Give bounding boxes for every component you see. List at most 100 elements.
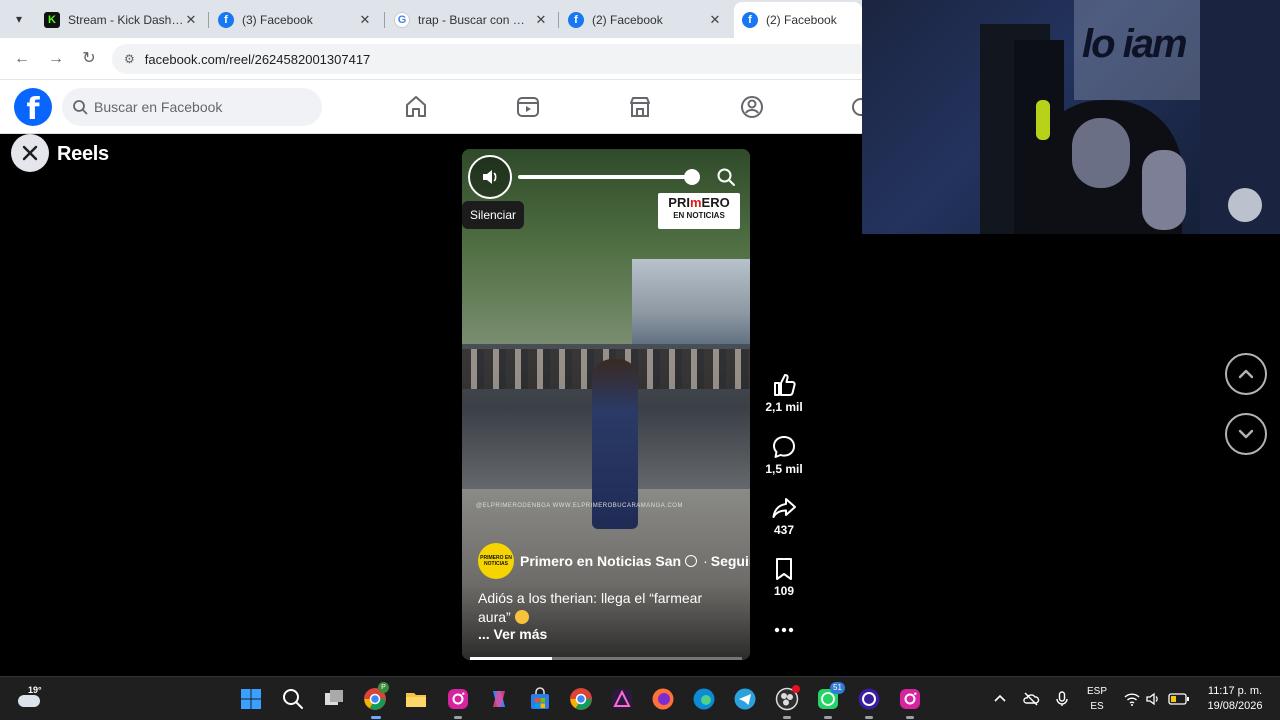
battery-icon[interactable] [1168,691,1190,707]
create-icon[interactable] [846,92,862,122]
next-reel-button[interactable] [1225,413,1267,455]
screen: ▾ K Stream - Kick Dashboard ✕ f (3) Face… [0,0,1280,720]
telegram-icon[interactable] [733,687,757,711]
tab-facebook-active[interactable]: f (2) Facebook [734,2,862,38]
facebook-icon: f [568,12,584,28]
more-options-button[interactable] [762,622,806,638]
cortana-icon[interactable] [857,687,881,711]
weather-widget[interactable]: 19° [18,685,48,713]
windows-start-icon[interactable] [239,687,263,711]
volume-icon[interactable] [1145,690,1161,708]
close-tab-icon[interactable]: ✕ [534,12,548,28]
copilot-icon[interactable] [487,687,511,711]
facebook-logo[interactable]: f [14,88,52,126]
volume-knob[interactable] [684,169,700,185]
chevron-down-icon [1238,429,1254,439]
firefox-icon[interactable] [651,687,675,711]
tab-google[interactable]: G trap - Buscar con Google ✕ [386,6,556,34]
microphone-icon[interactable] [1054,690,1070,708]
store-icon[interactable] [528,687,552,711]
chrome-icon[interactable] [569,687,593,711]
video-search-button[interactable] [712,163,740,191]
instagram-icon[interactable] [446,687,470,711]
scroll-top-icon [1228,188,1262,222]
recording-indicator [792,685,800,693]
mute-tooltip: Silenciar [462,201,524,229]
video-icon[interactable] [513,92,543,122]
headset [1036,100,1050,140]
globe-icon [685,555,698,567]
reload-icon[interactable]: ↻ [79,49,99,69]
close-reels-button[interactable] [11,134,49,172]
search-icon [717,168,735,186]
kick-icon: K [44,12,60,28]
facebook-icon: f [218,12,234,28]
chevron-up-icon [1238,369,1254,379]
url-field[interactable]: ⚙ facebook.com/reel/2624582001307417 [112,44,872,74]
language-indicator[interactable]: ESP ES [1084,684,1110,714]
author-name[interactable]: Primero en Noticias San [520,553,681,569]
marketplace-icon[interactable] [625,92,655,122]
address-bar: ← → ↻ ⚙ facebook.com/reel/26245820013074… [0,38,872,80]
cloud-off-icon[interactable] [1022,690,1040,708]
more-dots-icon [774,627,794,633]
facebook-icon: f [742,12,758,28]
tab-facebook-2[interactable]: f (2) Facebook ✕ [560,6,730,34]
chevron-up-icon[interactable] [992,691,1008,707]
previous-reel-button[interactable] [1225,353,1267,395]
site-settings-icon[interactable]: ⚙ [124,52,135,66]
tab-kick[interactable]: K Stream - Kick Dashboard ✕ [36,6,206,34]
google-icon: G [394,12,410,28]
edge-icon[interactable] [692,687,716,711]
affinity-icon[interactable] [610,687,634,711]
follow-button[interactable]: Seguir [711,553,750,569]
volume-slider[interactable] [518,175,692,179]
share-button[interactable]: 437 [762,495,806,537]
comment-icon [773,436,795,458]
close-tab-icon[interactable]: ✕ [184,12,198,28]
file-explorer-icon[interactable] [404,687,428,711]
like-icon [774,374,796,396]
wifi-icon[interactable] [1123,690,1141,708]
profile-badge: P [378,682,389,693]
mute-button[interactable] [468,155,512,199]
close-tab-icon[interactable]: ✕ [358,12,372,28]
close-tab-icon[interactable]: ✕ [708,12,722,28]
back-arrow-icon[interactable]: ← [12,49,32,69]
browser-tabbar: ▾ K Stream - Kick Dashboard ✕ f (3) Face… [0,0,862,38]
like-button[interactable]: 2,1 mil [762,372,806,414]
clock[interactable]: 11:17 p. m. 19/08/2026 [1200,684,1270,714]
see-more-link[interactable]: ... Ver más [478,626,547,642]
search-input[interactable]: Buscar en Facebook [62,88,322,126]
groups-icon[interactable] [737,92,767,122]
reel-caption: Adiós a los therian: llega el “farmear a… [478,590,703,625]
facebook-header: f Buscar en Facebook [0,80,862,134]
cool-face-emoji-icon [514,610,529,624]
home-icon[interactable] [401,92,431,122]
video-progress-bar[interactable] [470,657,742,660]
video-progress-fill [470,657,552,660]
page-title: Reels [57,143,109,165]
forward-arrow-icon[interactable]: → [46,49,66,69]
comment-button[interactable]: 1,5 mil [762,434,806,476]
reel-author: PRIMERO EN NOTICIAS Primero en Noticias … [478,543,750,579]
author-avatar[interactable]: PRIMERO EN NOTICIAS [478,543,514,579]
save-button[interactable]: 109 [762,556,806,598]
task-view-icon[interactable] [322,687,346,711]
close-icon [22,145,38,161]
cloud-icon [18,695,40,707]
windows-taskbar: 19° P 51 ESP ES 11:17 p. m. 19/08/2026 [0,676,1280,720]
tab-search-button[interactable]: ▾ [8,8,30,30]
wall-sign: lo iam [1082,22,1188,66]
video-controls [468,155,744,199]
webcam-overlay: lo iam [862,0,1280,234]
instagram-icon[interactable] [898,687,922,711]
share-icon [772,498,796,518]
speaker-icon [483,170,497,184]
tab-facebook-1[interactable]: f (3) Facebook ✕ [210,6,380,34]
bookmark-icon [776,558,792,580]
search-icon[interactable] [281,687,305,711]
video-watermark: @ELPRIMERODENBGA WWW.ELPRIMEROBUCARAMANG… [476,503,683,509]
search-icon [73,100,88,115]
notification-badge: 51 [830,682,845,694]
